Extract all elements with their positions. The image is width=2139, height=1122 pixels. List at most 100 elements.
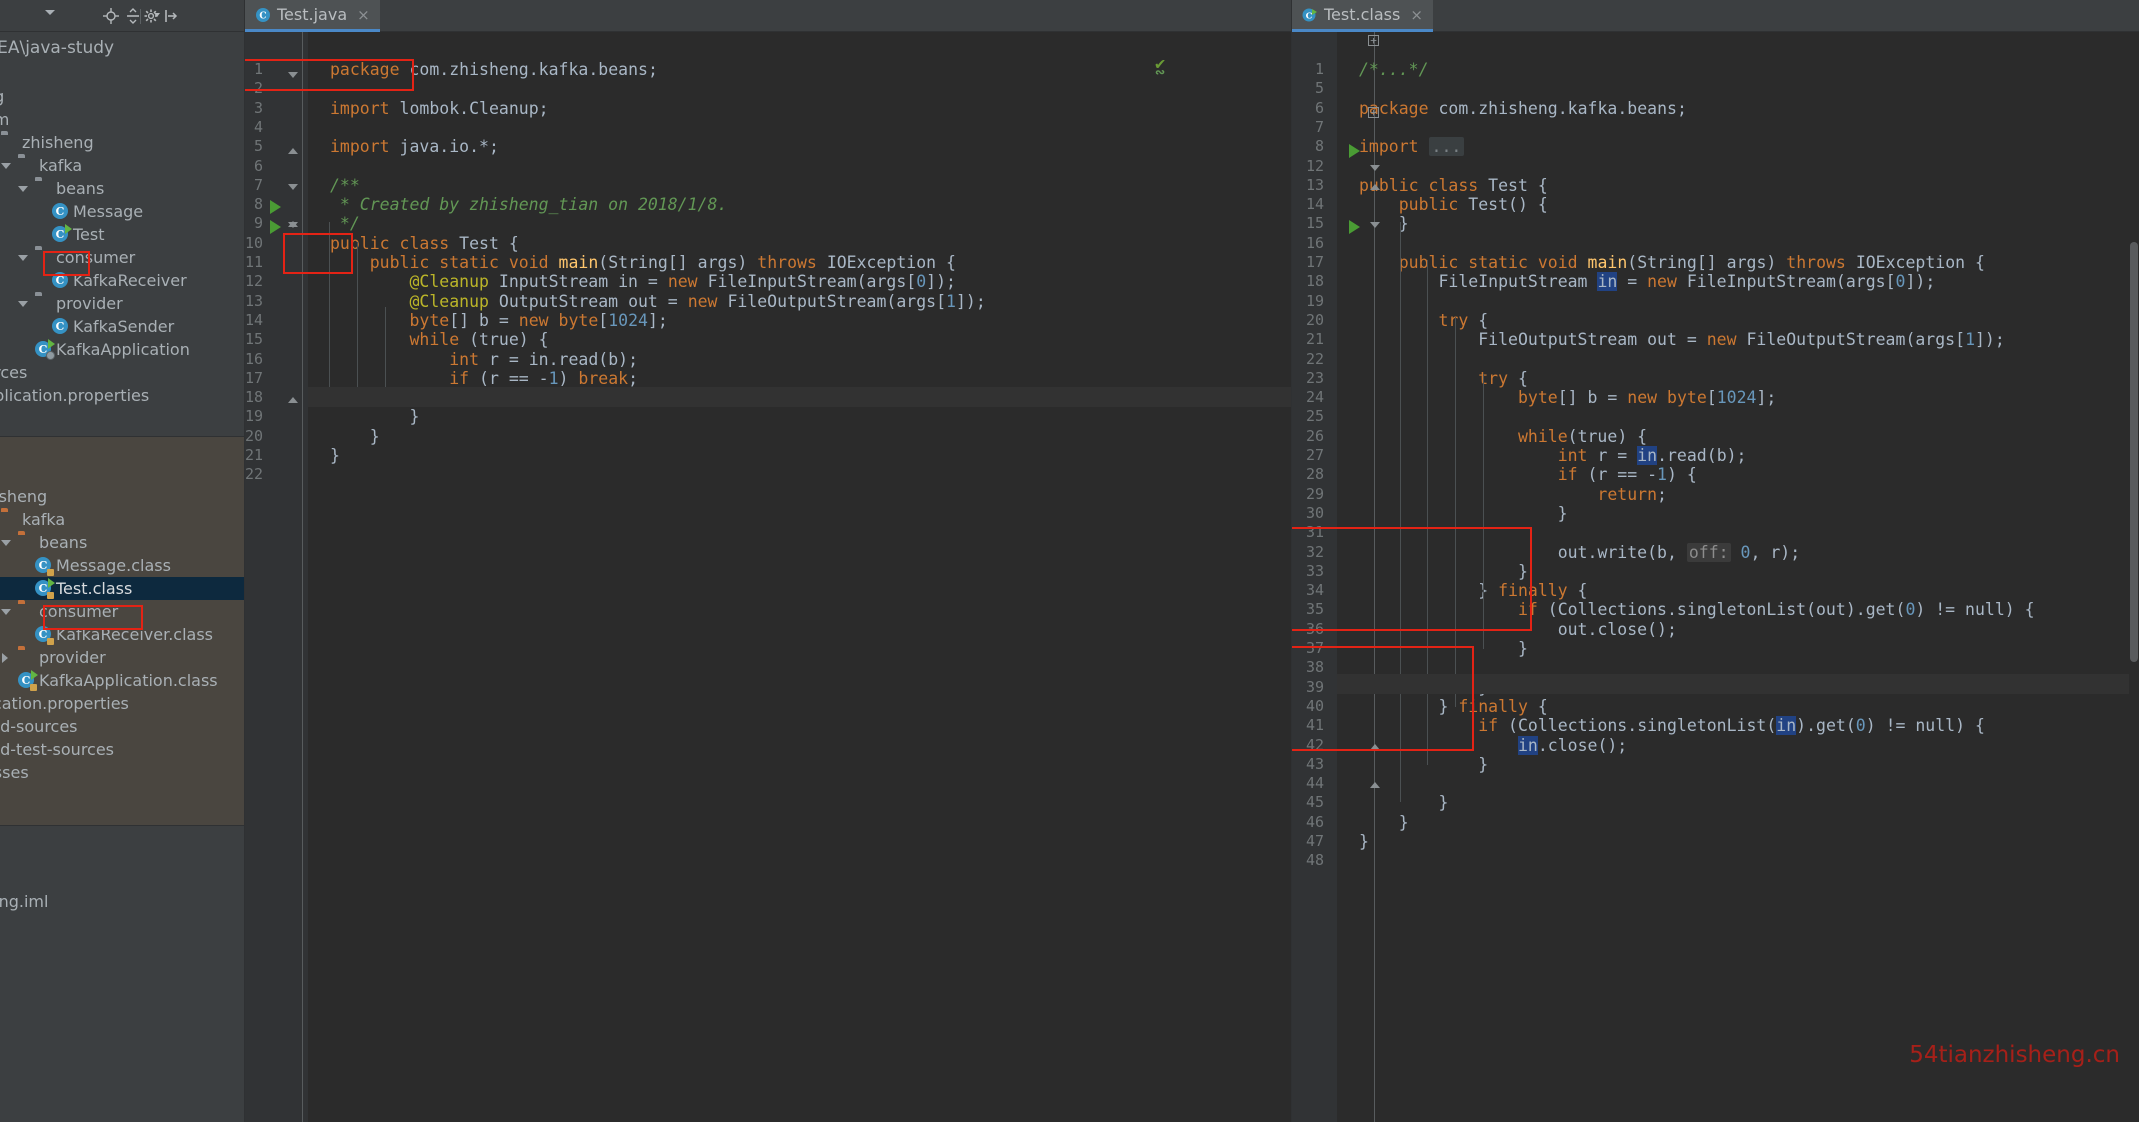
- project-tree-target-root[interactable]: nhisheng kafka beansCMessage.classCTest.cl…: [0, 462, 245, 784]
- code-line: }: [1359, 832, 1369, 851]
- fold-marker-icon[interactable]: [1370, 744, 1380, 750]
- project-tree-misc-root[interactable]: ning.iml dl: [0, 890, 245, 959]
- locate-icon[interactable]: [103, 8, 119, 24]
- line-number: 32: [1305, 542, 1324, 561]
- tree-item-lication-properties[interactable]: lication.properties: [0, 692, 245, 715]
- scrollbar-thumb[interactable]: [2130, 242, 2138, 662]
- tree-item-test-class[interactable]: C Test.class: [0, 577, 245, 600]
- tree-item-beans[interactable]: beans: [0, 531, 245, 554]
- tree-item-kafkaapplication[interactable]: C KafkaApplication: [0, 338, 245, 361]
- tree-item-pplication-properties[interactable]: pplication.properties: [0, 384, 245, 407]
- tab-test-class[interactable]: C Test.class ×: [1292, 0, 1433, 32]
- chevron-down-icon[interactable]: [18, 255, 28, 261]
- tree-item-label: provider: [56, 294, 123, 313]
- tree-item-label: ted-test-sources: [0, 740, 115, 759]
- class-run-icon: C: [52, 224, 72, 243]
- fold-marker-icon[interactable]: [288, 222, 298, 228]
- line-number: 38: [1305, 658, 1324, 677]
- tree-item-kafka[interactable]: kafka: [0, 154, 245, 177]
- run-gutter-icon[interactable]: [1349, 144, 1360, 158]
- tree-item-message-class[interactable]: C Message.class: [0, 554, 245, 577]
- line-number: 12: [245, 272, 264, 291]
- tree-item-kafkareceiver-class[interactable]: C KafkaReceiver.class: [0, 623, 245, 646]
- tree-divider-2: [0, 825, 245, 826]
- inspection-squiggle-icon: ∾: [1155, 65, 1166, 79]
- hide-panel-icon[interactable]: [163, 8, 179, 24]
- fold-expand-icon[interactable]: +: [1368, 35, 1379, 46]
- tree-item-beans[interactable]: beans: [0, 177, 245, 200]
- tree-item-consumer[interactable]: consumer: [0, 246, 245, 269]
- tree-item-urces[interactable]: urces: [0, 361, 245, 384]
- folder-icon: [18, 649, 35, 666]
- chevron-down-icon[interactable]: [1, 609, 11, 615]
- tree-item-label: kafka: [22, 510, 66, 529]
- code-line: if (Collections.singletonList(in).get(0)…: [1478, 716, 1985, 736]
- close-icon[interactable]: ×: [1410, 6, 1423, 24]
- code-line: while (true) {: [409, 330, 549, 350]
- chevron-down-icon[interactable]: [18, 301, 28, 307]
- fold-marker-icon[interactable]: [288, 397, 298, 403]
- tree-item-ted-sources[interactable]: ted-sources: [0, 715, 245, 738]
- chevron-right-icon[interactable]: [2, 653, 8, 663]
- tree-item-kafkasender[interactable]: C KafkaSender: [0, 315, 245, 338]
- gear-dropdown-caret-icon[interactable]: [154, 13, 160, 17]
- fold-marker-icon[interactable]: [1370, 165, 1380, 171]
- tree-item-hisheng[interactable]: hisheng: [0, 485, 245, 508]
- tree-item-d[interactable]: d: [0, 913, 245, 936]
- run-gutter-icon[interactable]: [270, 220, 281, 234]
- project-tree-source-root[interactable]: angomzhishengkafkabeansCMessageCTestcons…: [0, 62, 245, 407]
- code-line: public static void main(String[] args) t…: [369, 253, 956, 272]
- tree-item-n[interactable]: n: [0, 462, 245, 485]
- chevron-down-icon[interactable]: [45, 10, 55, 15]
- tree-item-provider[interactable]: provider: [0, 646, 245, 669]
- collapse-all-icon[interactable]: [125, 8, 141, 24]
- run-gutter-icon[interactable]: [1349, 220, 1360, 234]
- line-number: 30: [1305, 503, 1324, 522]
- tree-item-provider[interactable]: provider: [0, 292, 245, 315]
- fold-marker-icon[interactable]: [1370, 782, 1380, 788]
- code-line: import lombok.Cleanup;: [330, 98, 549, 118]
- tree-item-l[interactable]: l: [0, 936, 245, 959]
- project-tree-panel[interactable]: DEA\java-study angomzhishengkafkabeansCM…: [0, 32, 245, 1122]
- tree-item-om[interactable]: om: [0, 108, 245, 131]
- tree-item-ted-test-sources[interactable]: ted-test-sources: [0, 738, 245, 761]
- fold-marker-icon[interactable]: [1370, 184, 1380, 190]
- fold-marker-icon[interactable]: [288, 148, 298, 154]
- fold-expand-icon[interactable]: +: [1368, 107, 1379, 118]
- tree-item-kafka[interactable]: kafka: [0, 508, 245, 531]
- fold-marker-icon[interactable]: [288, 184, 298, 190]
- chevron-down-icon[interactable]: [18, 186, 28, 192]
- tree-item-test[interactable]: C Test: [0, 223, 245, 246]
- code-editor-test-class[interactable]: 1 /*...*/ 5 6 package com.zhisheng.kafka.bea…: [1292, 32, 2139, 1122]
- line-number: 48: [1305, 851, 1324, 870]
- fold-marker-icon[interactable]: [288, 72, 298, 78]
- line-number: 28: [1305, 465, 1324, 484]
- line-number: 5: [1314, 79, 1324, 98]
- code-editor-test-java[interactable]: 1 package com.zhisheng.kafka.beans; 2 3 impo…: [245, 32, 1292, 1122]
- code-line: }: [330, 446, 340, 465]
- line-number: 5: [253, 137, 263, 156]
- tree-item-ning-iml[interactable]: ning.iml: [0, 890, 245, 913]
- fold-marker-icon[interactable]: [1370, 222, 1380, 228]
- tree-item-ng[interactable]: ng: [0, 85, 245, 108]
- caret-line-highlight: [308, 387, 1292, 407]
- tree-item-consumer[interactable]: consumer: [0, 600, 245, 623]
- tree-item-label: ning.iml: [0, 892, 49, 911]
- run-gutter-icon[interactable]: [270, 200, 281, 214]
- close-icon[interactable]: ×: [357, 6, 370, 24]
- chevron-down-icon[interactable]: [1, 540, 11, 546]
- code-line: }: [1359, 561, 1528, 581]
- tree-item-label: KafkaApplication: [56, 340, 190, 359]
- tab-test-java[interactable]: C Test.java ×: [245, 0, 380, 32]
- tree-item-kafkareceiver[interactable]: C KafkaReceiver: [0, 269, 245, 292]
- tree-item-asses[interactable]: asses: [0, 761, 245, 784]
- chevron-down-icon[interactable]: [1, 163, 11, 169]
- tree-item-message[interactable]: C Message: [0, 200, 245, 223]
- code-line: }: [1359, 214, 1409, 234]
- tab-label: Test.class: [1324, 5, 1401, 24]
- line-number: 35: [1305, 600, 1324, 619]
- tree-item-a[interactable]: a: [0, 62, 245, 85]
- editor-scrollbar-right[interactable]: [2129, 32, 2139, 1122]
- tree-item-kafkaapplication-class[interactable]: C KafkaApplication.class: [0, 669, 245, 692]
- tree-item-zhisheng[interactable]: zhisheng: [0, 131, 245, 154]
